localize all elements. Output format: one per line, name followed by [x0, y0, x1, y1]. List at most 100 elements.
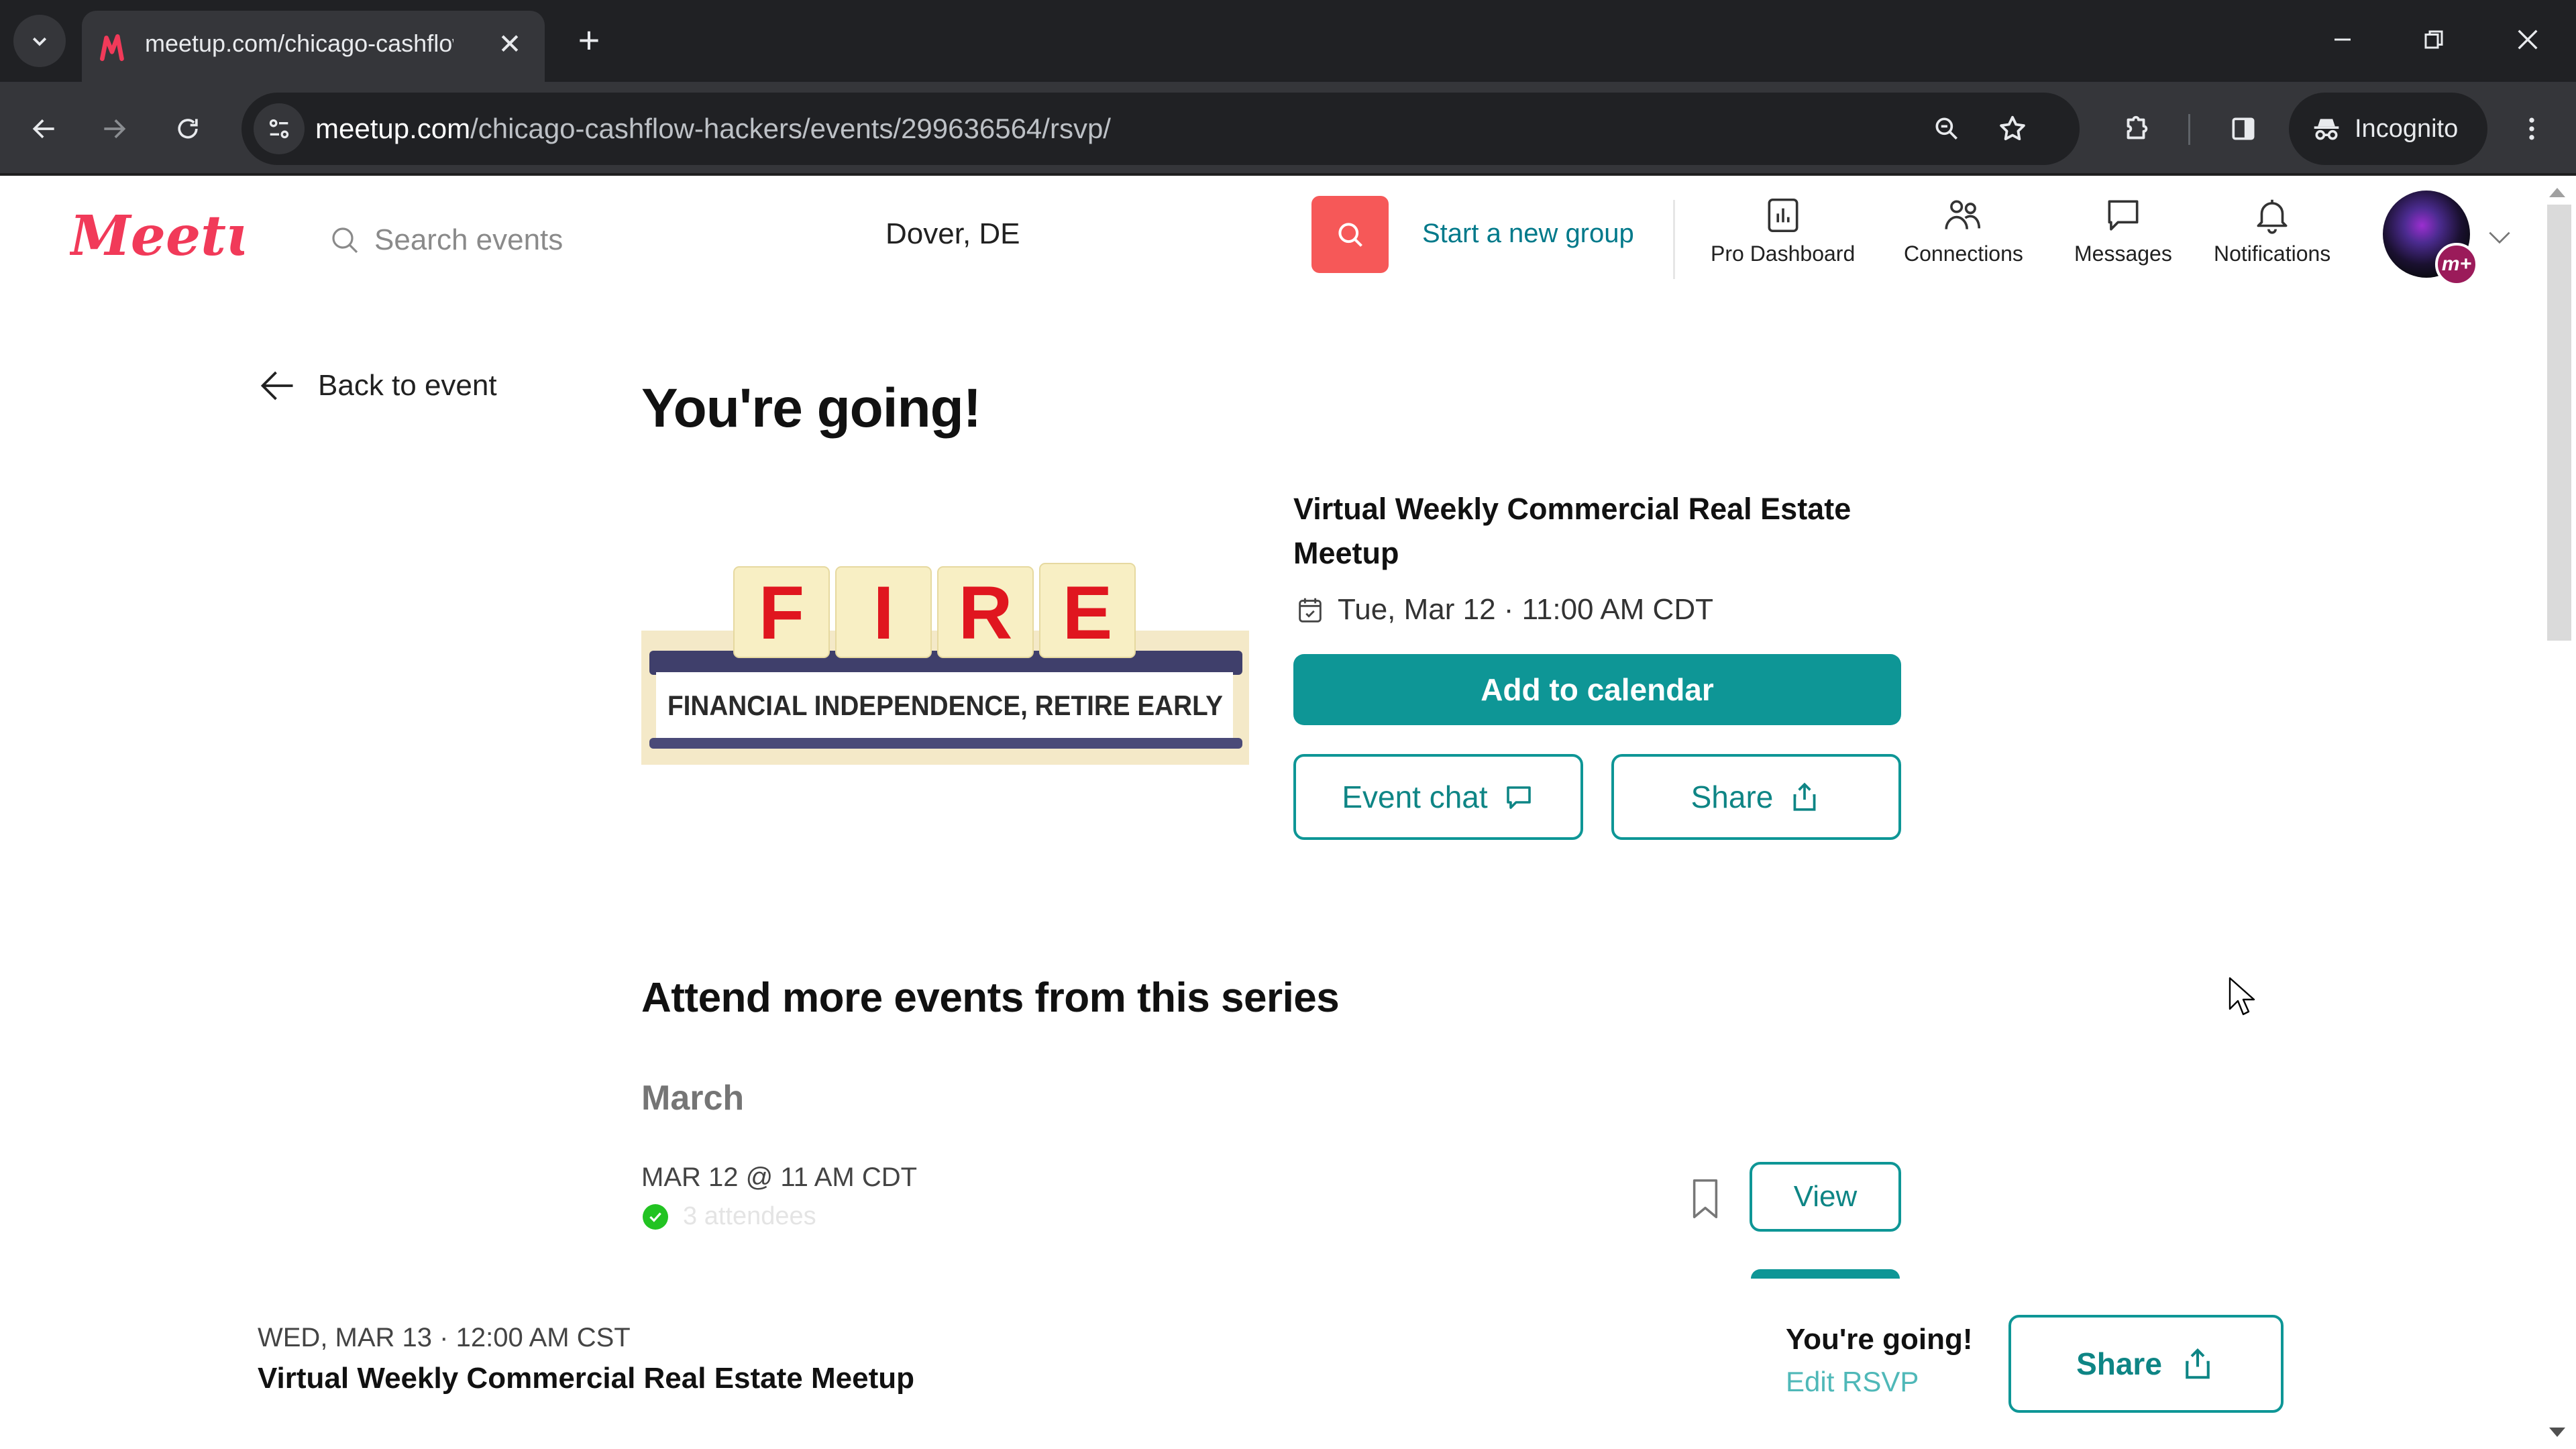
attendee-count: 3 attendees — [683, 1202, 816, 1230]
start-new-group-link[interactable]: Start a new group — [1422, 219, 1634, 249]
next-item-button-partial[interactable] — [1751, 1269, 1900, 1279]
minimize-icon — [2334, 38, 2351, 41]
event-chat-button[interactable]: Event chat — [1293, 754, 1583, 840]
search-input[interactable] — [374, 223, 844, 257]
site-info-button[interactable] — [254, 103, 305, 154]
address-bar[interactable]: meetup.com/chicago-cashflow-hackers/even… — [241, 93, 2080, 165]
scrollbar-thumb[interactable] — [2547, 205, 2571, 641]
event-chat-label: Event chat — [1342, 780, 1488, 814]
header-divider — [1673, 200, 1675, 279]
share-icon — [1793, 782, 1816, 811]
incognito-indicator[interactable]: Incognito — [2289, 93, 2487, 165]
block-letter: R — [959, 571, 1013, 655]
calendar-check-icon — [1299, 598, 1322, 623]
back-icon — [32, 119, 54, 139]
meetup-logo[interactable]: Meetup — [70, 203, 244, 276]
location-input[interactable]: Dover, DE — [885, 217, 1020, 251]
url-text[interactable]: meetup.com/chicago-cashflow-hackers/even… — [315, 113, 1111, 145]
site-info-icon — [269, 119, 289, 139]
nav-label: Connections — [1904, 241, 2023, 266]
sticky-event-title: Virtual Weekly Commercial Real Estate Me… — [258, 1362, 914, 1395]
series-heading: Attend more events from this series — [641, 975, 1340, 1021]
event-image: F I R E FINANCIAL INDEPENDENCE, RETIRE E… — [641, 550, 1249, 765]
sticky-share-label: Share — [2076, 1346, 2162, 1381]
share-label: Share — [1690, 780, 1774, 814]
svg-text:Meetup: Meetup — [70, 204, 244, 268]
arrow-left-icon — [260, 371, 293, 400]
share-icon — [2186, 1348, 2210, 1379]
reload-button[interactable] — [161, 102, 215, 156]
block-letter: F — [759, 571, 804, 655]
incognito-icon — [2314, 119, 2339, 140]
menu-icon — [2529, 117, 2534, 140]
page-title: You're going! — [641, 378, 981, 439]
forward-icon — [104, 119, 126, 139]
bookmark-star-button[interactable] — [1991, 107, 2034, 150]
close-window-button[interactable] — [2501, 16, 2555, 63]
new-tab-button[interactable]: + — [568, 19, 610, 62]
restore-button[interactable] — [2407, 16, 2461, 63]
browser-menu-button[interactable] — [2505, 102, 2559, 156]
close-tab-icon[interactable]: ✕ — [494, 28, 526, 60]
browser-toolbar: meetup.com/chicago-cashflow-hackers/even… — [0, 82, 2576, 176]
restore-icon — [2424, 30, 2443, 49]
extensions-button[interactable] — [2109, 102, 2163, 156]
zoom-button[interactable] — [1925, 107, 1968, 150]
extensions-icon — [2127, 115, 2148, 140]
event-datetime-text: Tue, Mar 12 · 11:00 AM CDT — [1338, 593, 1713, 626]
side-panel-icon — [2232, 117, 2255, 140]
image-caption: FINANCIAL INDEPENDENCE, RETIRE EARLY — [667, 690, 1223, 721]
check-circle-icon — [643, 1203, 668, 1230]
sticky-event-date: WED, MAR 13 · 12:00 AM CST — [258, 1323, 631, 1352]
share-button[interactable]: Share — [1611, 754, 1901, 840]
edit-rsvp-link[interactable]: Edit RSVP — [1786, 1366, 1919, 1398]
browser-tab-strip: meetup.com/chicago-cashflow ✕ + — [0, 0, 2576, 82]
search-field[interactable] — [329, 208, 865, 272]
search-icon — [332, 227, 358, 254]
people-icon — [1945, 200, 1980, 229]
nav-connections[interactable]: Connections — [1904, 195, 2023, 288]
meetup-favicon — [100, 34, 124, 61]
side-panel-button[interactable] — [2216, 102, 2270, 156]
minimize-button[interactable] — [2316, 16, 2369, 63]
url-path: /chicago-cashflow-hackers/events/2996365… — [470, 113, 1111, 144]
nav-label: Messages — [2074, 241, 2172, 266]
bell-icon — [2257, 199, 2288, 234]
star-icon — [2000, 115, 2025, 141]
url-host: meetup.com — [315, 113, 471, 144]
chevron-down-icon — [32, 37, 47, 46]
back-label: Back to event — [318, 369, 497, 402]
search-submit-button[interactable] — [1311, 196, 1389, 273]
nav-messages[interactable]: Messages — [2074, 195, 2172, 288]
nav-label: Pro Dashboard — [1711, 241, 1856, 266]
incognito-label: Incognito — [2355, 114, 2459, 143]
event-title[interactable]: Virtual Weekly Commercial Real Estate Me… — [1293, 487, 1917, 576]
rsvp-status: You're going! — [1786, 1323, 1973, 1356]
tab-search-button[interactable] — [13, 15, 66, 67]
close-window-icon — [2518, 30, 2538, 50]
profile-menu-toggle[interactable] — [2482, 220, 2517, 255]
nav-notifications[interactable]: Notifications — [2214, 195, 2330, 288]
tab-title: meetup.com/chicago-cashflow — [145, 30, 453, 57]
block-letter: E — [1063, 571, 1113, 655]
view-event-button[interactable]: View — [1750, 1162, 1901, 1232]
save-event-button[interactable] — [1686, 1177, 1724, 1221]
block-letter: I — [873, 571, 894, 655]
sticky-share-button[interactable]: Share — [2008, 1315, 2284, 1413]
scroll-up-arrow-icon[interactable] — [2549, 188, 2565, 197]
nav-pro-dashboard[interactable]: Pro Dashboard — [1711, 195, 1855, 288]
search-icon — [1338, 222, 1362, 247]
mouse-cursor-icon — [2229, 977, 2255, 1016]
series-item-date: MAR 12 @ 11 AM CDT — [641, 1163, 918, 1192]
back-button[interactable] — [17, 102, 71, 156]
forward-button[interactable] — [87, 102, 141, 156]
reload-icon — [178, 119, 198, 139]
chat-icon — [2108, 200, 2139, 231]
back-to-event-link[interactable]: Back to event — [258, 366, 497, 406]
member-plus-badge: m+ — [2435, 243, 2478, 286]
browser-tab-active[interactable]: meetup.com/chicago-cashflow ✕ — [82, 11, 545, 82]
chat-icon — [1506, 786, 1531, 809]
add-to-calendar-button[interactable]: Add to calendar — [1293, 654, 1901, 725]
scroll-down-arrow-icon[interactable] — [2549, 1428, 2565, 1437]
bar-chart-icon — [1768, 198, 1799, 233]
